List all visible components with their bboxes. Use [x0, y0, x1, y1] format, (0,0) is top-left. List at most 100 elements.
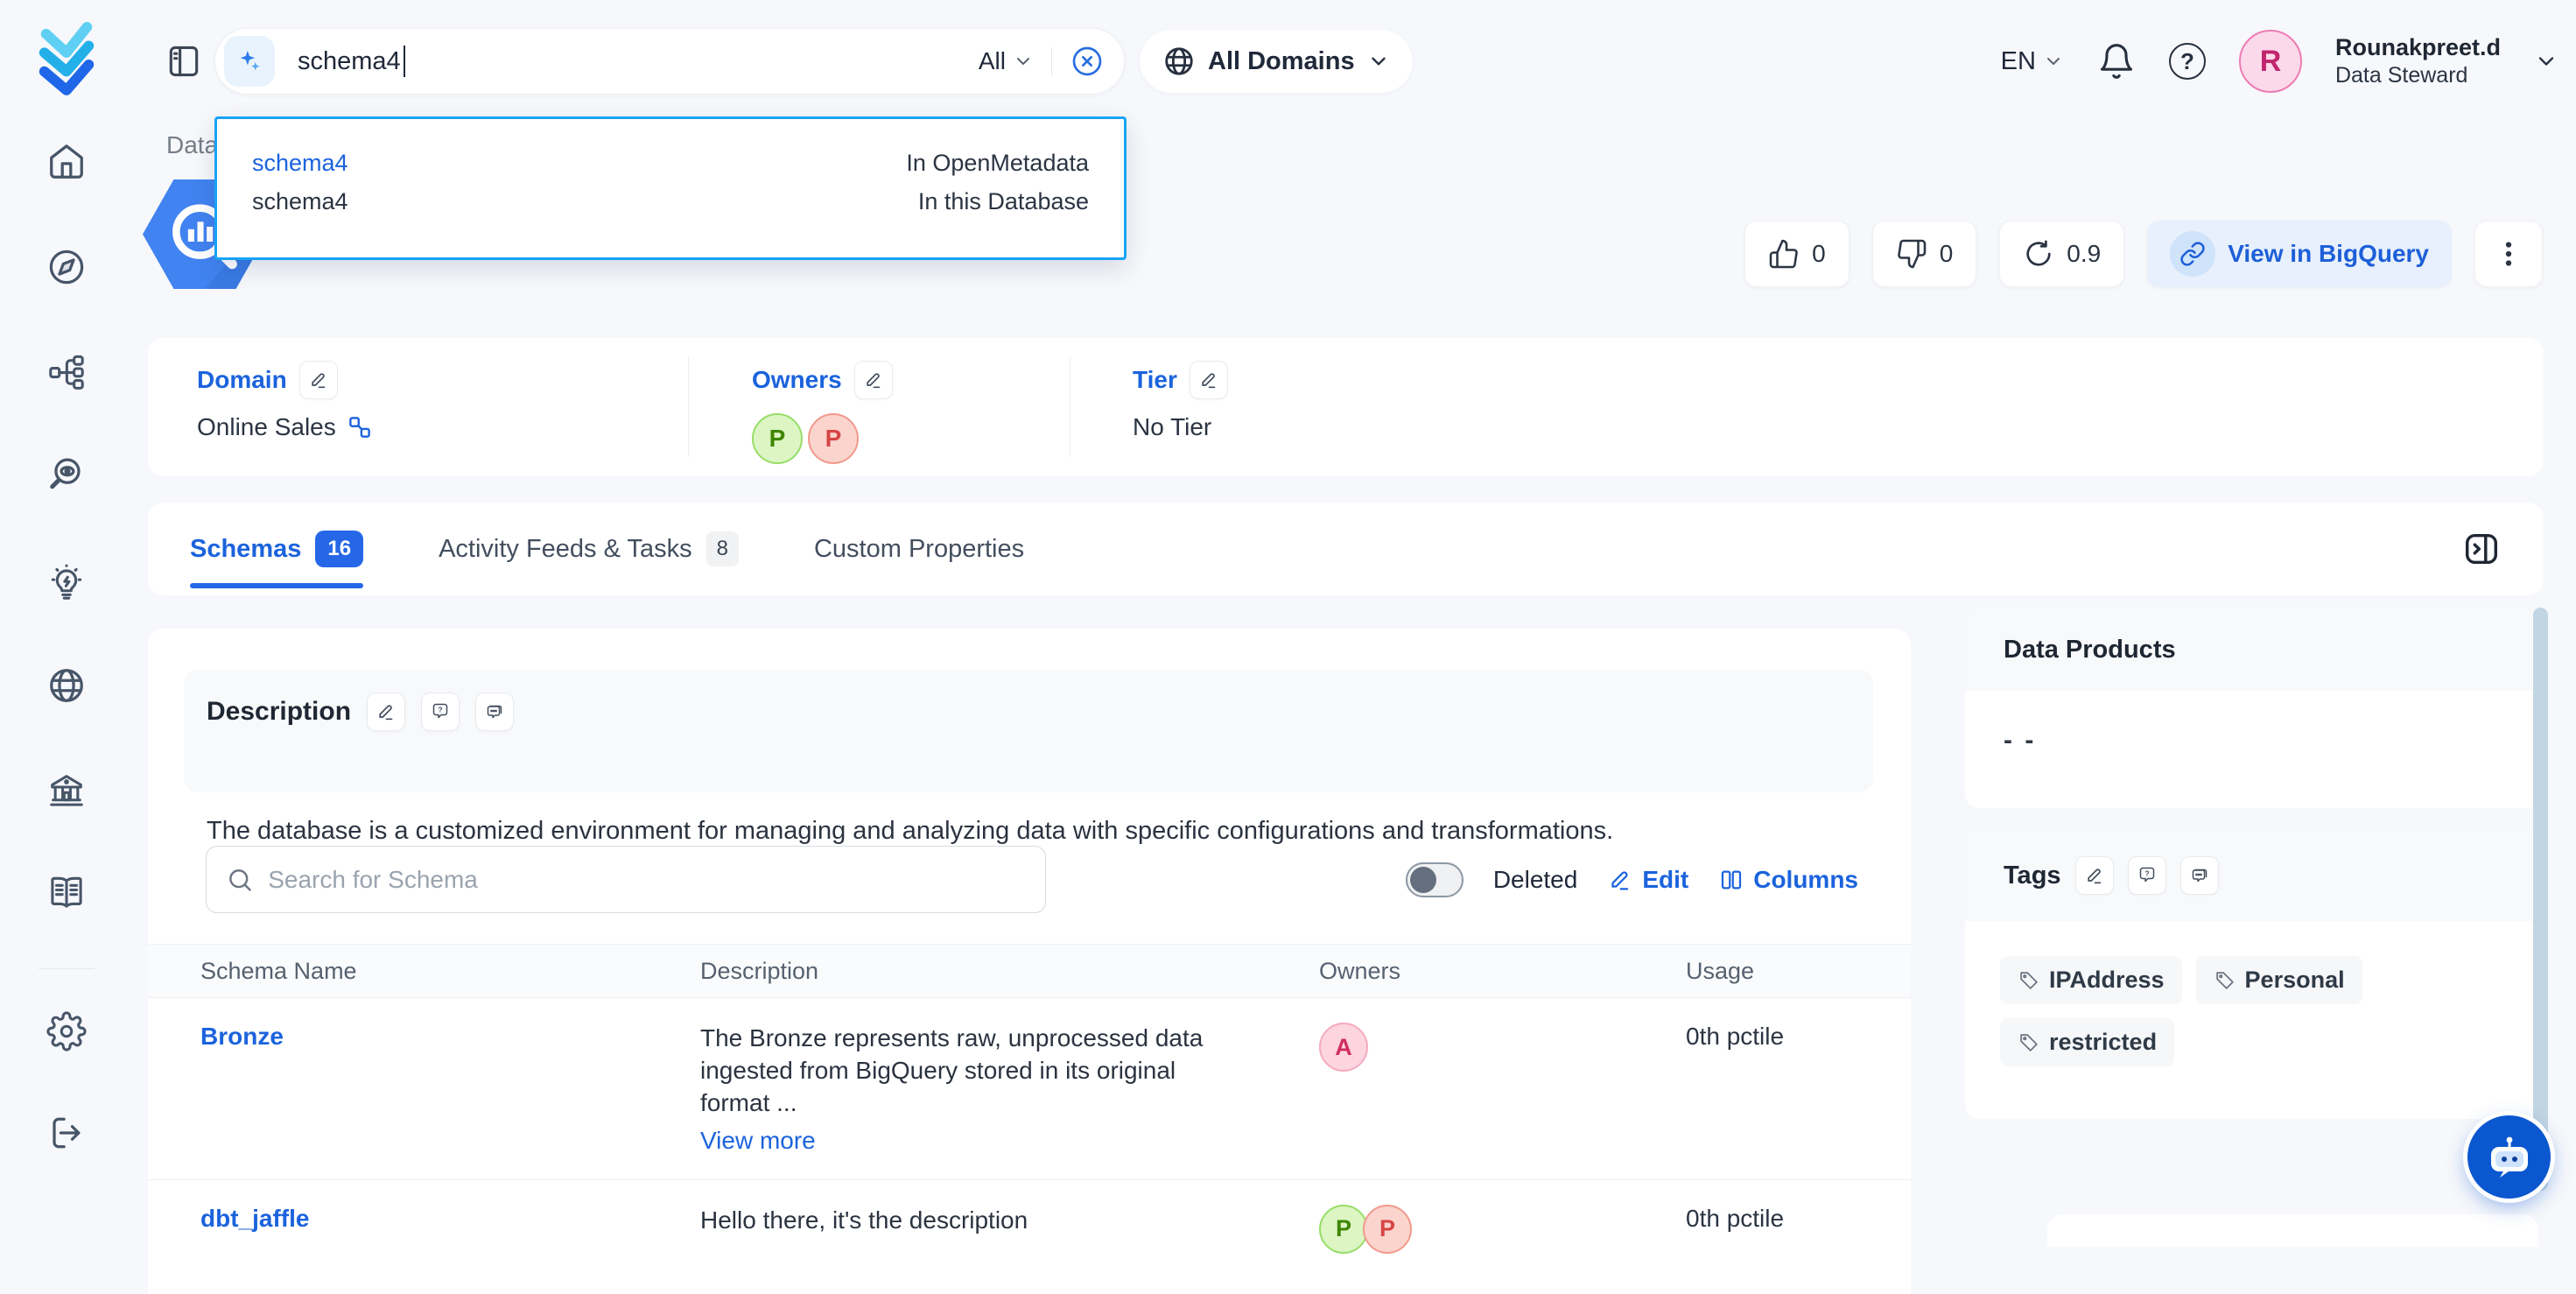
- sidebar-lineage-icon[interactable]: [46, 352, 87, 392]
- tab-custom-properties[interactable]: Custom Properties: [814, 503, 1024, 595]
- columns-config-button[interactable]: Columns: [1718, 866, 1858, 894]
- pencil-icon: [1198, 369, 1219, 390]
- table-row: dbt_jaffle Hello there, it's the descrip…: [148, 1180, 1911, 1278]
- schemas-count-badge: 16: [315, 531, 363, 567]
- schema-search-box[interactable]: [206, 846, 1046, 913]
- tags-card: Tags ? IPAddress Personal: [1965, 830, 2543, 1119]
- thumbs-up-icon: [1768, 238, 1800, 270]
- edit-tier-button[interactable]: [1190, 361, 1228, 399]
- suggestions-button[interactable]: [475, 693, 514, 731]
- tag-icon: [2214, 969, 2236, 992]
- owner-avatar[interactable]: P: [752, 413, 803, 464]
- openmetadata-app: schema4 All All Domains EN ? R: [0, 0, 2576, 1247]
- suggestion-context: In OpenMetadata: [906, 150, 1089, 177]
- domain-value[interactable]: Online Sales: [197, 413, 336, 441]
- sidebar-toggle-icon[interactable]: [165, 42, 203, 81]
- sidebar-observability-icon[interactable]: [46, 455, 87, 496]
- chevron-down-icon: [2043, 51, 2064, 72]
- pencil-icon: [376, 701, 397, 722]
- schema-search-input[interactable]: [268, 866, 1026, 894]
- request-tags-button[interactable]: ?: [2128, 856, 2166, 895]
- edit-table-button[interactable]: Edit: [1607, 866, 1688, 894]
- search-icon: [226, 865, 254, 895]
- edit-domain-button[interactable]: [299, 361, 338, 399]
- more-options-button[interactable]: [2474, 221, 2543, 287]
- tier-label: Tier: [1133, 366, 1177, 394]
- quality-score-button[interactable]: 0.9: [1999, 221, 2124, 287]
- user-avatar[interactable]: R: [2239, 30, 2302, 93]
- edit-owners-button[interactable]: [854, 361, 893, 399]
- tab-activity-feeds[interactable]: Activity Feeds & Tasks 8: [439, 503, 739, 595]
- user-menu[interactable]: Rounakpreet.d Data Steward: [2335, 33, 2501, 90]
- text-caret: [404, 46, 405, 77]
- pencil-icon: [2084, 865, 2105, 886]
- openmetadata-logo[interactable]: [32, 19, 101, 96]
- edit-description-button[interactable]: [367, 693, 405, 731]
- ai-sparkle-icon[interactable]: [224, 36, 275, 87]
- toggle-knob: [1410, 867, 1436, 893]
- chevron-down-icon[interactable]: [2534, 49, 2558, 74]
- edit-tags-button[interactable]: [2075, 856, 2114, 895]
- expand-panel-icon[interactable]: [2461, 529, 2502, 569]
- tag-chip[interactable]: Personal: [2196, 956, 2362, 1004]
- description-title: Description: [207, 697, 351, 727]
- sidebar-insights-icon[interactable]: [46, 562, 87, 602]
- tab-schemas[interactable]: Schemas 16: [190, 503, 363, 595]
- pencil-icon: [308, 369, 329, 390]
- help-icon[interactable]: ?: [2169, 43, 2206, 80]
- comment-question-icon: ?: [2137, 865, 2158, 886]
- search-input[interactable]: schema4: [298, 46, 979, 77]
- owner-avatar[interactable]: A: [1319, 1023, 1368, 1072]
- request-description-button[interactable]: ?: [421, 693, 460, 731]
- suggestion-context: In this Database: [918, 188, 1089, 215]
- search-suggestion-row[interactable]: schema4 In this Database: [252, 182, 1089, 221]
- entity-summary-card: Domain Online Sales Owners P P: [148, 338, 2544, 476]
- usage-value: 0th pctile: [1633, 1205, 1911, 1254]
- language-select[interactable]: EN: [2001, 47, 2064, 76]
- owner-avatar[interactable]: P: [1319, 1205, 1368, 1254]
- schema-description: The Bronze represents raw, unprocessed d…: [700, 1023, 1208, 1120]
- owner-avatar[interactable]: P: [808, 413, 859, 464]
- sidebar-explore-icon[interactable]: [46, 247, 87, 287]
- pencil-icon: [863, 369, 884, 390]
- deleted-toggle[interactable]: [1406, 862, 1463, 897]
- topbar: schema4 All All Domains EN ? R: [133, 0, 2576, 123]
- tag-chip[interactable]: IPAddress: [2000, 956, 2182, 1004]
- data-products-card: Data Products - -: [1965, 609, 2543, 808]
- pencil-icon: [1607, 867, 1633, 893]
- comment-question-icon: ?: [430, 701, 451, 722]
- view-in-bigquery-button[interactable]: View in BigQuery: [2147, 221, 2452, 287]
- search-scope-select[interactable]: All: [979, 47, 1052, 75]
- global-search-bar[interactable]: schema4 All: [214, 28, 1125, 95]
- downvote-button[interactable]: 0: [1872, 221, 1977, 287]
- upvote-button[interactable]: 0: [1744, 221, 1850, 287]
- sidebar-logout-icon[interactable]: [46, 1113, 87, 1153]
- link-icon: [2170, 231, 2215, 277]
- col-description[interactable]: Description: [648, 958, 1267, 985]
- thumbs-down-icon: [1896, 238, 1927, 270]
- sidebar-home-icon[interactable]: [46, 142, 87, 182]
- panel-scrollbar[interactable]: [2533, 608, 2548, 1191]
- schema-link[interactable]: Bronze: [200, 1023, 284, 1050]
- col-owners[interactable]: Owners: [1267, 958, 1633, 985]
- search-suggestion-row[interactable]: schema4 In OpenMetadata: [252, 144, 1089, 182]
- sidebar-glossary-icon[interactable]: [46, 872, 87, 912]
- col-schema-name[interactable]: Schema Name: [148, 958, 648, 985]
- col-usage[interactable]: Usage: [1633, 958, 1911, 985]
- schema-link[interactable]: dbt_jaffle: [200, 1205, 309, 1232]
- tag-chip[interactable]: restricted: [2000, 1018, 2174, 1066]
- notifications-bell-icon[interactable]: [2097, 42, 2136, 81]
- usage-value: 0th pctile: [1633, 1023, 1911, 1155]
- view-more-link[interactable]: View more: [700, 1127, 1208, 1155]
- domains-filter-dropdown[interactable]: All Domains: [1140, 30, 1413, 93]
- sidebar-settings-icon[interactable]: [46, 1011, 87, 1051]
- entity-actions: 0 0 0.9 View in BigQuery: [1744, 221, 2543, 287]
- owner-avatar[interactable]: P: [1363, 1205, 1412, 1254]
- suggestion-label: schema4: [252, 188, 348, 215]
- clear-search-icon[interactable]: [1070, 44, 1105, 79]
- description-card: Description ?: [184, 670, 1873, 792]
- tag-suggestions-button[interactable]: [2180, 856, 2219, 895]
- sidebar-governance-icon[interactable]: [46, 770, 87, 811]
- sidebar-domains-icon[interactable]: [46, 665, 87, 706]
- chat-assistant-button[interactable]: [2467, 1115, 2551, 1199]
